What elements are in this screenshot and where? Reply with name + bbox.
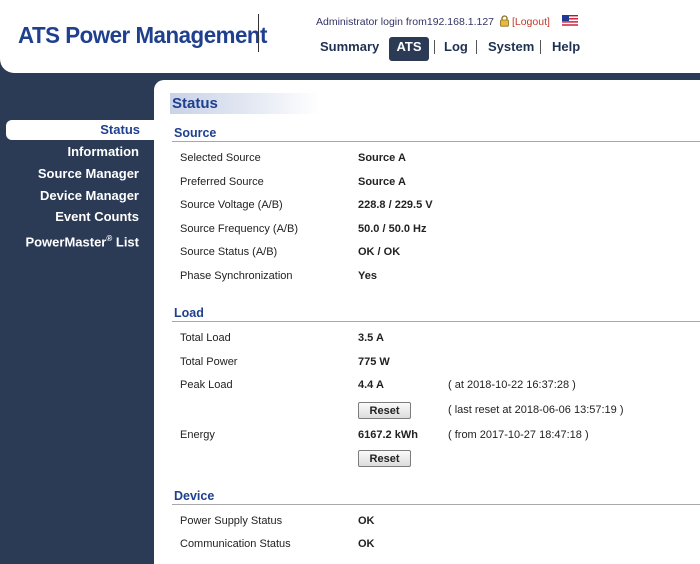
section-divider (172, 321, 700, 322)
row-value: 775 W (358, 356, 390, 368)
row-label: Energy (180, 429, 215, 441)
row-label: Source Voltage (A/B) (180, 199, 283, 211)
login-ip: 192.168.1.127 (426, 16, 495, 28)
sidebar-item-powermaster-list[interactable]: PowerMaster® List (0, 229, 139, 249)
section-title-device: Device (174, 489, 215, 503)
row-label: Total Load (180, 332, 231, 344)
row-label: Peak Load (180, 379, 233, 391)
row-value: Yes (358, 270, 377, 282)
row-value: OK (358, 515, 375, 527)
row-value: 3.5 A (358, 332, 384, 344)
reset-peak-load-button[interactable]: Reset (358, 402, 411, 419)
sidebar-item-device-manager[interactable]: Device Manager (0, 186, 139, 206)
header-divider (258, 14, 259, 52)
sidebar: Status Information Source Manager Device… (0, 73, 155, 564)
sidebar-item-source-manager[interactable]: Source Manager (0, 164, 139, 184)
row-value: OK (358, 538, 375, 550)
sidebar-item-status[interactable]: Status (6, 120, 155, 140)
peak-load-timestamp: ( at 2018-10-22 16:37:28 ) (448, 379, 576, 391)
nav-system[interactable]: System (488, 37, 534, 61)
powermaster-suffix: List (112, 234, 139, 250)
nav-separator (434, 40, 435, 54)
nav-help[interactable]: Help (552, 37, 580, 61)
row-value: 228.8 / 229.5 V (358, 199, 433, 211)
row-value: OK / OK (358, 246, 401, 258)
nav-separator (540, 40, 541, 54)
sidebar-item-information[interactable]: Information (0, 142, 140, 162)
row-label: Source Status (A/B) (180, 246, 278, 258)
section-title-source: Source (174, 126, 217, 140)
nav-ats[interactable]: ATS (389, 37, 429, 61)
section-divider (172, 504, 700, 505)
row-value: 6167.2 kWh (358, 429, 418, 441)
row-label: Power Supply Status (180, 515, 283, 527)
nav-separator (476, 40, 477, 54)
section-divider (172, 141, 700, 142)
section-title-load: Load (174, 306, 204, 320)
row-label: Communication Status (180, 538, 291, 550)
energy-since-note: ( from 2017-10-27 18:47:18 ) (448, 429, 589, 441)
nav-summary[interactable]: Summary (320, 37, 379, 61)
login-info: Administrator login from192.168.1.127 [L… (316, 15, 550, 28)
powermaster-label: PowerMaster (25, 234, 107, 250)
row-value: 4.4 A (358, 379, 384, 391)
row-value: 50.0 / 50.0 Hz (358, 223, 427, 235)
row-value: Source A (358, 176, 406, 188)
row-value: Source A (358, 152, 406, 164)
logout-link[interactable]: [Logout] (512, 16, 550, 28)
sidebar-item-event-counts[interactable]: Event Counts (0, 207, 139, 227)
header: ATS Power Management Administrator login… (0, 0, 700, 73)
row-label: Total Power (180, 356, 238, 368)
row-label: Source Frequency (A/B) (180, 223, 298, 235)
login-prefix: Administrator login from (316, 16, 427, 28)
reset-energy-button[interactable]: Reset (358, 450, 411, 467)
lock-icon (500, 15, 509, 27)
page-title: Status (170, 93, 320, 114)
nav-log[interactable]: Log (444, 37, 468, 61)
main-content: Status Source Selected Source Source A P… (154, 80, 700, 564)
row-label: Phase Synchronization (180, 270, 293, 282)
app-logo: ATS Power Management (18, 22, 267, 48)
us-flag-icon[interactable] (562, 15, 578, 26)
row-label: Selected Source (180, 152, 261, 164)
last-reset-note: ( last reset at 2018-06-06 13:57:19 ) (448, 404, 624, 416)
row-label: Preferred Source (180, 176, 264, 188)
